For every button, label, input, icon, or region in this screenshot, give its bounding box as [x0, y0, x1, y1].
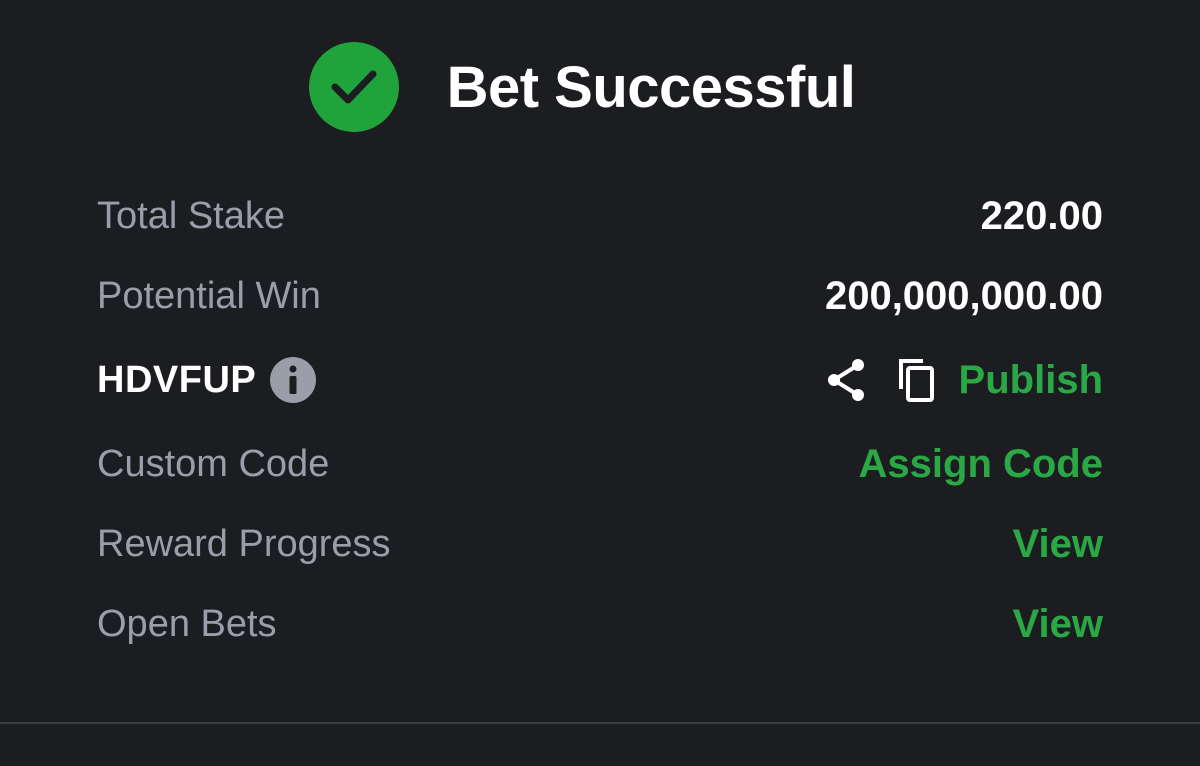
booking-code-row: HDVFUP Publish: [97, 336, 1103, 424]
bet-success-panel: Bet Successful Total Stake 220.00 Potent…: [0, 0, 1200, 766]
custom-code-label: Custom Code: [97, 442, 330, 485]
publish-link[interactable]: Publish: [959, 358, 1103, 403]
reward-progress-view-link[interactable]: View: [1013, 522, 1103, 567]
page-title: Bet Successful: [446, 54, 856, 120]
potential-win-value: 200,000,000.00: [824, 273, 1103, 318]
booking-code-group: HDVFUP: [97, 357, 317, 403]
info-icon[interactable]: [270, 357, 317, 403]
header: Bet Successful: [0, 40, 1200, 134]
custom-code-row: Custom Code Assign Code: [97, 424, 1103, 504]
booking-code-actions: Publish: [825, 357, 1103, 403]
check-circle-icon: [308, 42, 399, 132]
divider: [0, 722, 1200, 724]
potential-win-row: Potential Win 200,000,000.00: [97, 256, 1103, 336]
potential-win-label: Potential Win: [97, 274, 321, 317]
bet-summary: Total Stake 220.00 Potential Win 200,000…: [97, 176, 1103, 664]
total-stake-label: Total Stake: [97, 194, 285, 237]
open-bets-row: Open Bets View: [97, 584, 1103, 664]
reward-progress-label: Reward Progress: [97, 522, 391, 565]
total-stake-row: Total Stake 220.00: [97, 176, 1103, 256]
share-icon[interactable]: [825, 357, 867, 403]
copy-icon[interactable]: [895, 357, 937, 403]
open-bets-label: Open Bets: [97, 602, 277, 645]
open-bets-view-link[interactable]: View: [1013, 602, 1103, 647]
total-stake-value: 220.00: [980, 193, 1103, 238]
booking-code: HDVFUP: [97, 358, 257, 401]
reward-progress-row: Reward Progress View: [97, 504, 1103, 584]
assign-code-link[interactable]: Assign Code: [859, 442, 1103, 487]
